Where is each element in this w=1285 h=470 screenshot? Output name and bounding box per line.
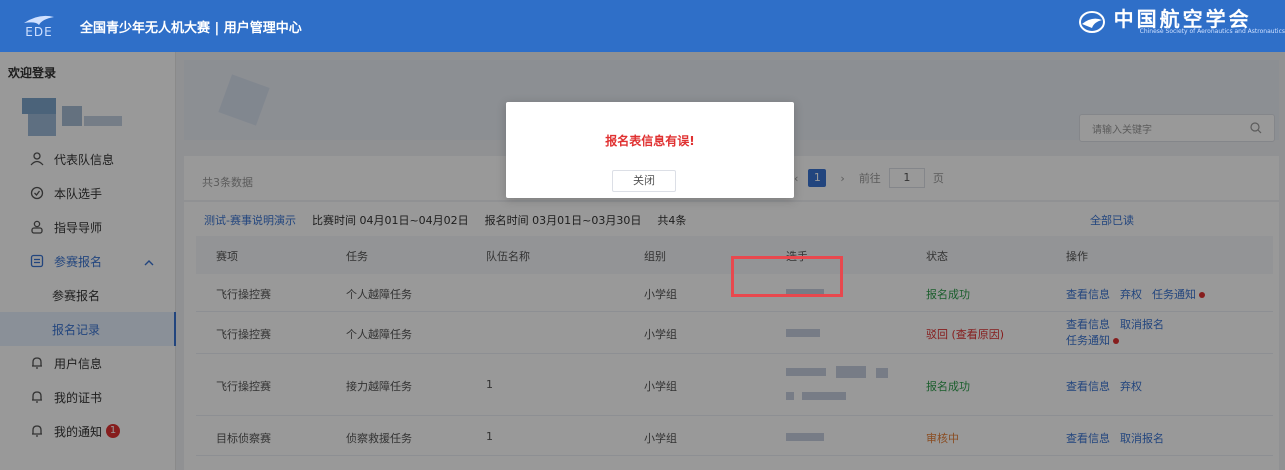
dialog-message: 报名表信息有误! [605, 134, 695, 148]
society-emblem-icon [1078, 10, 1105, 33]
error-dialog: 报名表信息有误! 关闭 [506, 102, 794, 198]
close-button[interactable]: 关闭 [612, 170, 676, 192]
annotation-highlight-box [731, 256, 843, 297]
top-header: EDE 全国青少年无人机大赛 | 用户管理中心 中国航空学会 Chinese S… [0, 0, 1285, 52]
logo-text: EDE [25, 25, 53, 39]
brand-sub: Chinese Society of Aeronautics and Astro… [1139, 28, 1285, 35]
header-title: 全国青少年无人机大赛 | 用户管理中心 [80, 20, 302, 36]
ede-logo[interactable]: EDE [14, 6, 64, 46]
brand-name: 中国航空学会 [1113, 7, 1252, 31]
brand: 中国航空学会 Chinese Society of Aeronautics an… [1078, 8, 1285, 35]
